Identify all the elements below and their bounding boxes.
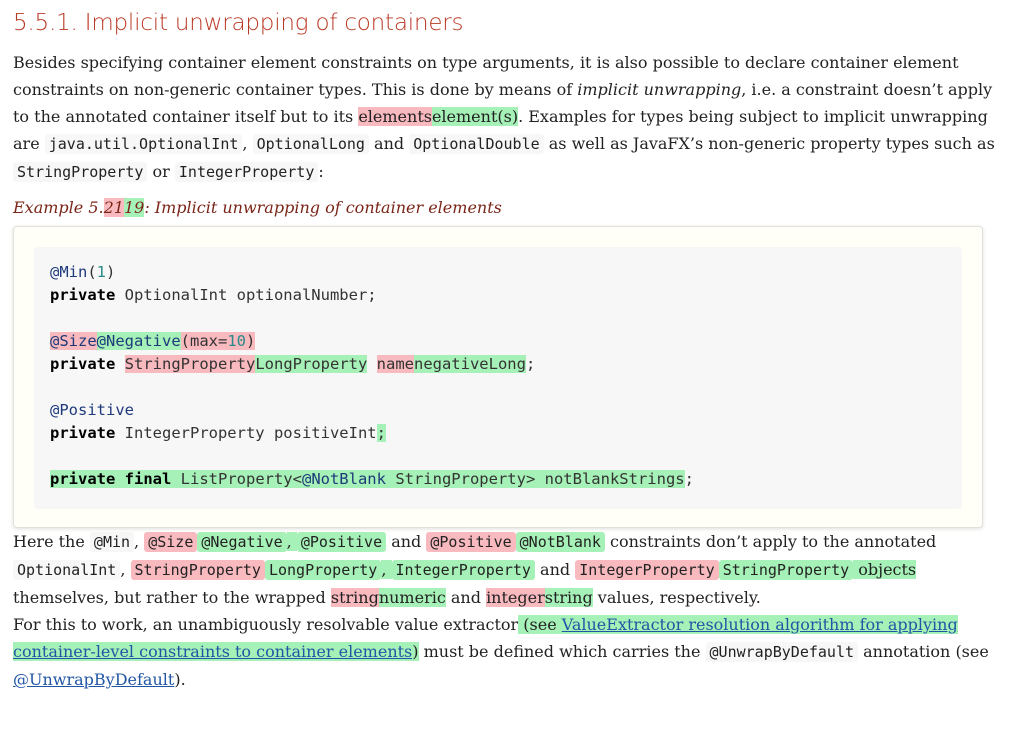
deleted-text: string bbox=[330, 588, 379, 607]
intro-text: or bbox=[147, 162, 175, 181]
para-text: , bbox=[120, 560, 131, 579]
inserted-text: objects bbox=[853, 560, 917, 579]
deleted-text: 21 bbox=[103, 198, 124, 217]
inserted-text: (see bbox=[518, 615, 562, 634]
para-text: Here the bbox=[13, 532, 90, 551]
intro-text: , bbox=[242, 134, 253, 153]
code-annotation: @Min bbox=[50, 263, 88, 281]
code-keyword: private bbox=[50, 424, 116, 442]
intro-text: and bbox=[368, 134, 410, 153]
deleted-code: 10 bbox=[227, 332, 247, 350]
para-text: For this to work, an unambiguously resol… bbox=[13, 615, 519, 634]
inserted-text: string bbox=[544, 588, 593, 607]
para-text: and bbox=[386, 532, 427, 551]
code-line: private IntegerProperty positiveInt; bbox=[50, 422, 962, 445]
code-line: private OptionalInt optionalNumber; bbox=[50, 284, 962, 307]
inserted-code: ListProperty< bbox=[171, 470, 302, 488]
deleted-code: name bbox=[376, 355, 414, 373]
inserted-code: @Positive bbox=[296, 532, 387, 552]
code-token: ) bbox=[106, 263, 116, 281]
inserted-text: 19 bbox=[123, 198, 145, 217]
para-text: annotation (see bbox=[858, 642, 989, 661]
para-text: constraints don’t apply to the annotated bbox=[604, 532, 937, 551]
example-block: @Min(1) private OptionalInt optionalNumbe… bbox=[13, 226, 983, 528]
para-text: , bbox=[134, 532, 145, 551]
para-text: values, respectively. bbox=[592, 588, 761, 607]
code-listing: @Min(1) private OptionalInt optionalNumbe… bbox=[34, 247, 962, 509]
code-keyword: private bbox=[50, 355, 116, 373]
deleted-code: @Size bbox=[50, 332, 97, 350]
deleted-text: integer bbox=[486, 588, 545, 607]
inline-code: OptionalDouble bbox=[409, 134, 544, 154]
deleted-code: StringProperty bbox=[124, 355, 256, 373]
inserted-code: @NotBlank bbox=[515, 532, 605, 552]
inserted-code: StringProperty bbox=[718, 560, 854, 580]
deleted-text: elements bbox=[358, 107, 432, 126]
inserted-code: ; bbox=[376, 424, 386, 442]
code-line: @Positive bbox=[50, 399, 962, 422]
code-line: @Min(1) bbox=[50, 261, 962, 284]
document-section: 5.5.1. Implicit unwrapping of containers… bbox=[13, 0, 998, 693]
code-line: private final ListProperty<@NotBlank Str… bbox=[50, 468, 962, 491]
code-token: ; bbox=[684, 470, 694, 488]
caption-prefix: Example 5. bbox=[13, 198, 104, 217]
inserted-code: private final bbox=[50, 470, 172, 488]
deleted-code: StringProperty bbox=[130, 560, 265, 580]
inline-code: IntegerProperty bbox=[174, 162, 319, 182]
inserted-text: , bbox=[381, 560, 392, 579]
caption-suffix: : Implicit unwrapping of container eleme… bbox=[144, 198, 502, 217]
code-annotation: @Positive bbox=[50, 401, 134, 419]
para-text: themselves, but rather to the wrapped bbox=[13, 588, 331, 607]
code-token: IntegerProperty positiveInt bbox=[115, 424, 377, 442]
inline-code: StringProperty bbox=[13, 162, 148, 182]
inline-code: @Min bbox=[89, 532, 135, 552]
explanation-paragraph: Here the @Min, @Size @Negative, @Positive… bbox=[13, 528, 998, 611]
code-line: private StringPropertyLongProperty namen… bbox=[50, 353, 962, 376]
code-number: 1 bbox=[96, 263, 107, 281]
code-keyword: private bbox=[50, 286, 116, 304]
deleted-code: ) bbox=[246, 332, 256, 350]
intro-text: : bbox=[318, 162, 324, 181]
para-text: must be defined which carries the bbox=[418, 642, 706, 661]
para-text: ). bbox=[174, 670, 186, 689]
section-heading: 5.5.1. Implicit unwrapping of containers bbox=[13, 10, 464, 36]
inline-code: OptionalLong bbox=[252, 134, 369, 154]
para-text: and bbox=[445, 588, 487, 607]
para-text: and bbox=[534, 560, 576, 579]
inserted-text: numeric bbox=[378, 588, 446, 607]
code-token: ; bbox=[525, 355, 536, 373]
intro-paragraph: Besides specifying container element con… bbox=[13, 49, 998, 186]
inserted-text: element(s) bbox=[431, 107, 519, 126]
inline-code: OptionalInt bbox=[13, 560, 121, 580]
inserted-code: @NotBlank bbox=[301, 470, 386, 488]
inserted-code: @Negative bbox=[96, 332, 181, 350]
inserted-code: negativeLong bbox=[413, 355, 526, 373]
inserted-code: LongProperty bbox=[255, 355, 368, 373]
inserted-code: IntegerProperty bbox=[391, 560, 535, 580]
deleted-code: IntegerProperty bbox=[575, 560, 719, 580]
inserted-code: StringProperty> notBlankStrings bbox=[385, 470, 685, 488]
deleted-code: (max= bbox=[180, 332, 228, 350]
example-caption: Example 5.2119: Implicit unwrapping of c… bbox=[13, 196, 998, 220]
inline-code: @UnwrapByDefault bbox=[705, 642, 859, 662]
intro-emphasis: implicit unwrapping bbox=[577, 80, 742, 99]
code-token: ( bbox=[87, 263, 97, 281]
code-token: OptionalInt optionalNumber; bbox=[115, 286, 377, 304]
inline-code: java.util.OptionalInt bbox=[44, 134, 243, 154]
inserted-text: , bbox=[286, 532, 297, 551]
requirement-paragraph: For this to work, an unambiguously resol… bbox=[13, 611, 998, 693]
deleted-code: @Size bbox=[144, 532, 198, 552]
inserted-code: @Negative bbox=[197, 532, 287, 552]
deleted-code: @Positive bbox=[426, 532, 516, 552]
unwrap-by-default-link[interactable]: @UnwrapByDefault bbox=[13, 670, 174, 689]
code-line: @Size@Negative(max=10) bbox=[50, 330, 962, 353]
inserted-code: LongProperty bbox=[264, 560, 382, 580]
intro-text: as well as JavaFX’s non-generic property… bbox=[543, 134, 995, 153]
